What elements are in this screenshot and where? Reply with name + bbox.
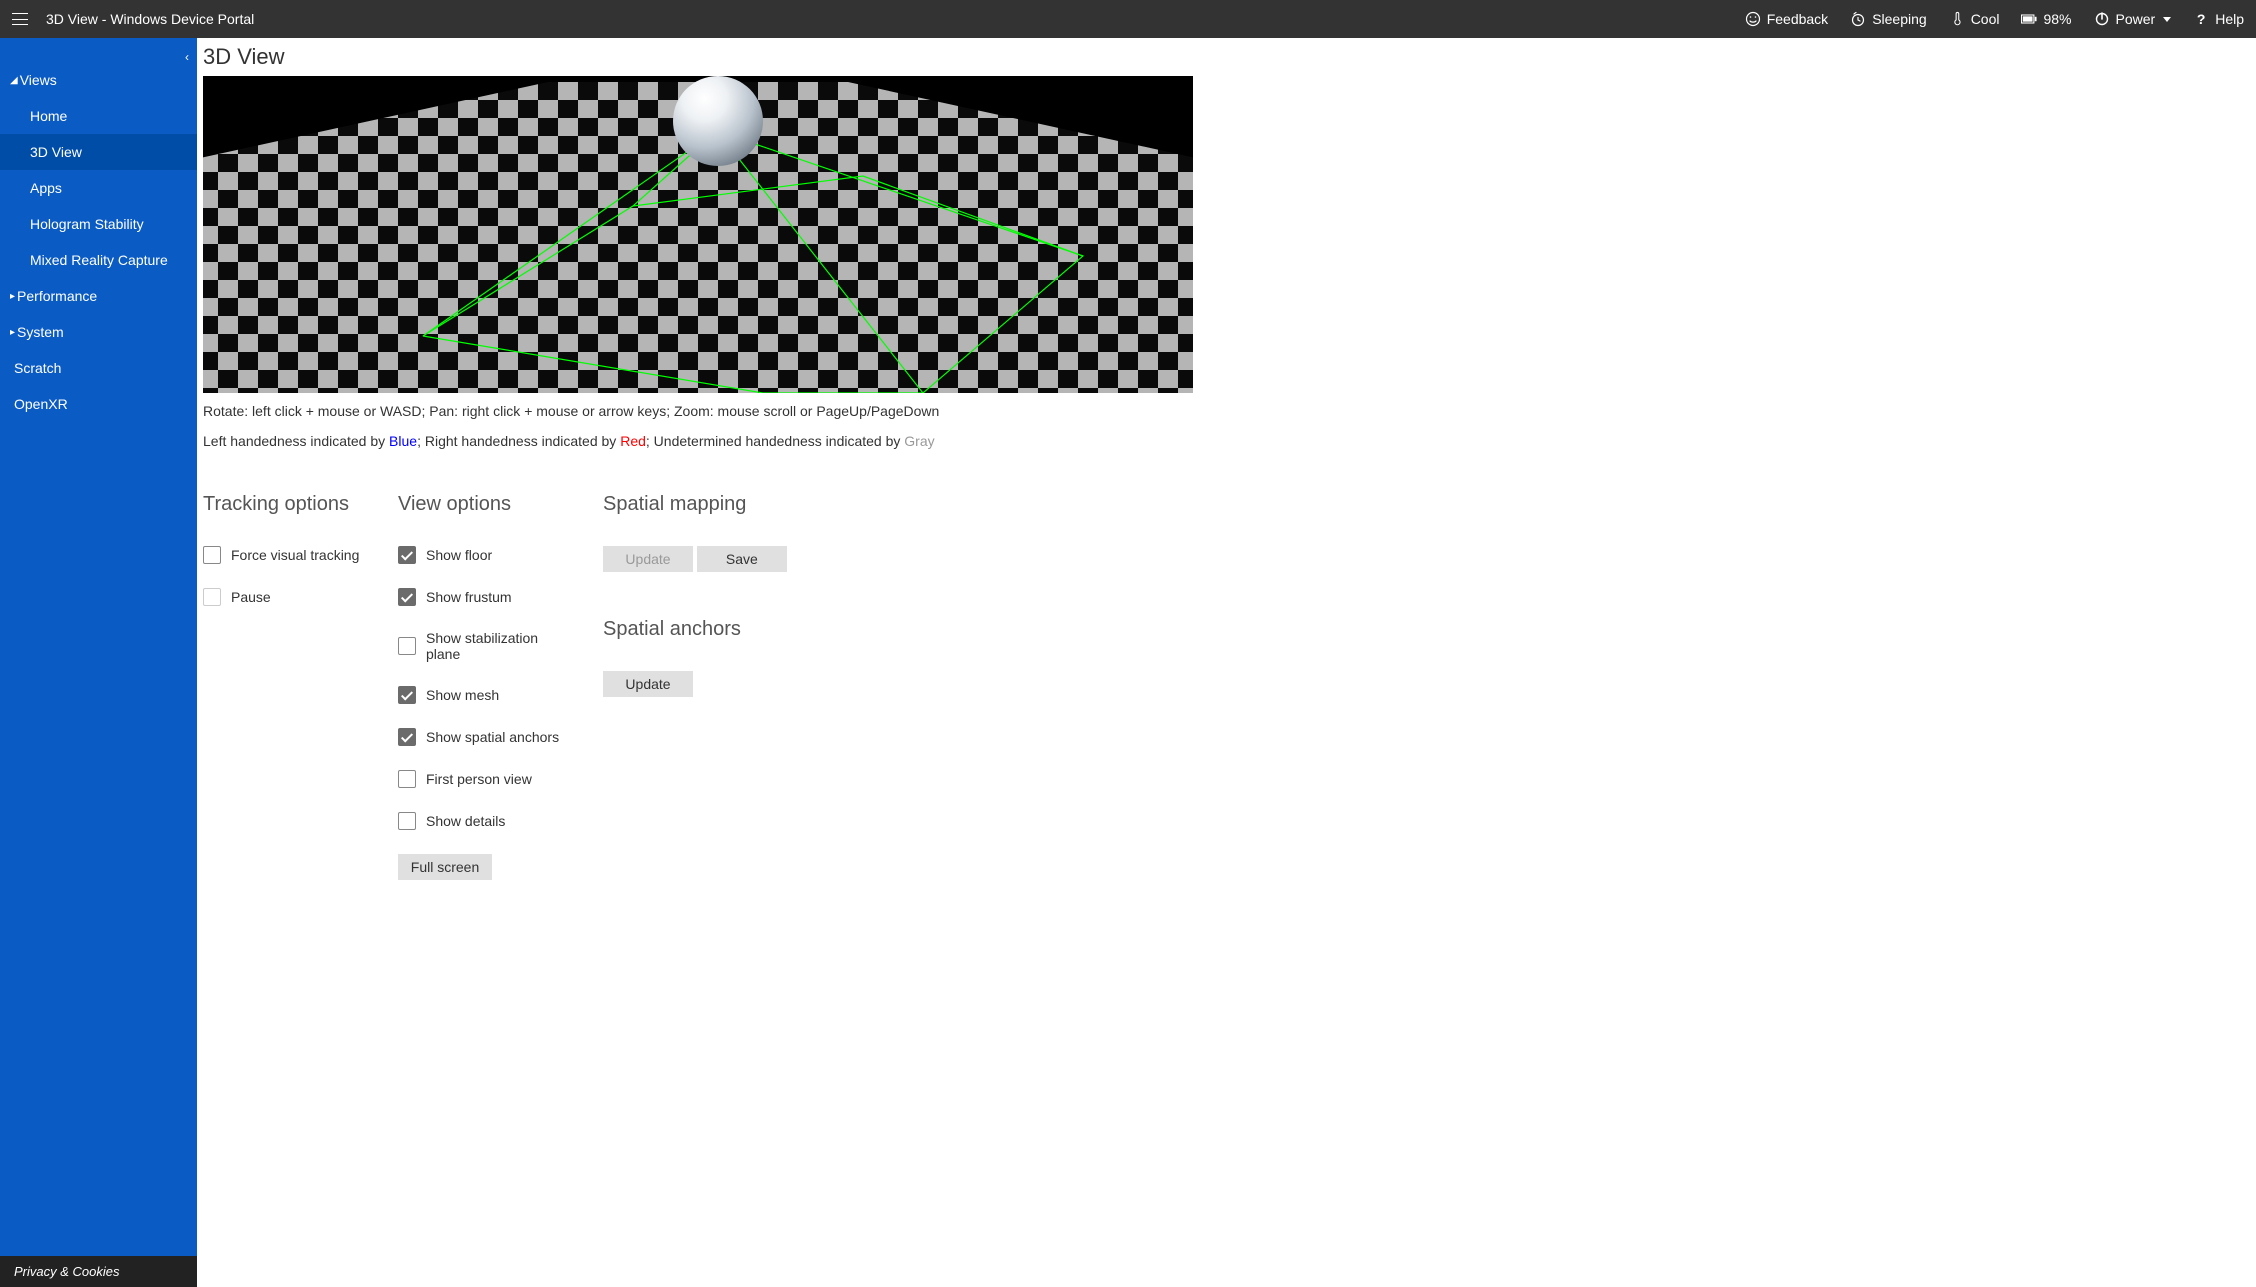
show-floor-checkbox[interactable] <box>398 546 416 564</box>
hamburger-menu-icon[interactable] <box>12 13 28 25</box>
sidebar-item-home[interactable]: Home <box>0 98 197 134</box>
feedback-label: Feedback <box>1767 11 1828 27</box>
show-stabilization-plane-label: Show stabilization plane <box>426 630 573 662</box>
sleep-label: Sleeping <box>1872 11 1927 27</box>
spatial-anchors-heading: Spatial anchors <box>603 618 803 641</box>
show-details-label: Show details <box>426 813 505 829</box>
3d-viewport[interactable] <box>203 76 1193 393</box>
sidebar-section-label: System <box>17 324 64 340</box>
sidebar: ‹ ◢ Views Home 3D View Apps Hologram Sta… <box>0 38 197 1287</box>
window-title: 3D View - Windows Device Portal <box>46 11 254 27</box>
help-label: Help <box>2215 11 2244 27</box>
chevron-down-icon <box>2163 17 2171 22</box>
force-visual-tracking-label: Force visual tracking <box>231 547 359 563</box>
show-floor-label: Show floor <box>426 547 492 563</box>
pause-checkbox[interactable] <box>203 588 221 606</box>
controls-help-text: Rotate: left click + mouse or WASD; Pan:… <box>203 403 2246 419</box>
force-visual-tracking-checkbox[interactable] <box>203 546 221 564</box>
tracking-options-heading: Tracking options <box>203 493 368 516</box>
power-icon <box>2094 11 2110 27</box>
power-label: Power <box>2116 11 2156 27</box>
sphere-marker <box>673 76 763 166</box>
sidebar-section-label: Performance <box>17 288 97 304</box>
caret-down-icon: ◢ <box>10 75 18 86</box>
pause-label: Pause <box>231 589 271 605</box>
sidebar-item-scratch[interactable]: Scratch <box>0 350 197 386</box>
battery-icon <box>2021 11 2037 27</box>
spatial-anchors-update-button[interactable]: Update <box>603 671 693 697</box>
battery-label: 98% <box>2043 11 2071 27</box>
show-mesh-checkbox[interactable] <box>398 686 416 704</box>
show-frustum-checkbox[interactable] <box>398 588 416 606</box>
spatial-mapping-update-button[interactable]: Update <box>603 546 693 572</box>
sidebar-section-performance[interactable]: ▸ Performance <box>0 278 197 314</box>
show-details-checkbox[interactable] <box>398 812 416 830</box>
help-button[interactable]: ? Help <box>2193 11 2244 27</box>
legend-red: Red <box>620 433 646 449</box>
legend-undet-prefix: ; Undetermined handedness indicated by <box>646 433 904 449</box>
sidebar-item-3d-view[interactable]: 3D View <box>0 134 197 170</box>
caret-right-icon: ▸ <box>10 291 15 302</box>
page-title: 3D View <box>203 44 2246 70</box>
sidebar-section-views[interactable]: ◢ Views <box>0 62 197 98</box>
sidebar-section-system[interactable]: ▸ System <box>0 314 197 350</box>
sidebar-collapse-icon[interactable]: ‹ <box>185 50 189 64</box>
sidebar-section-label: Views <box>20 72 57 88</box>
privacy-cookies-link[interactable]: Privacy & Cookies <box>0 1256 197 1287</box>
feedback-button[interactable]: Feedback <box>1745 11 1828 27</box>
spatial-mapping-save-button[interactable]: Save <box>697 546 787 572</box>
legend-left-prefix: Left handedness indicated by <box>203 433 389 449</box>
power-menu[interactable]: Power <box>2094 11 2172 27</box>
show-spatial-anchors-checkbox[interactable] <box>398 728 416 746</box>
show-mesh-label: Show mesh <box>426 687 499 703</box>
thermal-label: Cool <box>1971 11 2000 27</box>
first-person-view-checkbox[interactable] <box>398 770 416 788</box>
battery-status[interactable]: 98% <box>2021 11 2071 27</box>
main-content: 3D View <box>197 38 2256 1287</box>
show-spatial-anchors-label: Show spatial anchors <box>426 729 559 745</box>
feedback-icon <box>1745 11 1761 27</box>
thermometer-icon <box>1949 11 1965 27</box>
sidebar-item-apps[interactable]: Apps <box>0 170 197 206</box>
legend-blue: Blue <box>389 433 417 449</box>
sidebar-item-mixed-reality-capture[interactable]: Mixed Reality Capture <box>0 242 197 278</box>
thermal-status[interactable]: Cool <box>1949 11 2000 27</box>
spatial-mapping-heading: Spatial mapping <box>603 493 803 516</box>
full-screen-button[interactable]: Full screen <box>398 854 492 880</box>
sidebar-item-openxr[interactable]: OpenXR <box>0 386 197 422</box>
legend-right-prefix: ; Right handedness indicated by <box>417 433 620 449</box>
show-frustum-label: Show frustum <box>426 589 512 605</box>
view-options-heading: View options <box>398 493 573 516</box>
first-person-view-label: First person view <box>426 771 532 787</box>
legend-gray: Gray <box>904 433 934 449</box>
header-bar: 3D View - Windows Device Portal Feedback… <box>0 0 2256 38</box>
help-icon: ? <box>2193 11 2209 27</box>
handedness-legend: Left handedness indicated by Blue; Right… <box>203 433 2246 449</box>
sleep-status[interactable]: Sleeping <box>1850 11 1927 27</box>
sidebar-item-hologram-stability[interactable]: Hologram Stability <box>0 206 197 242</box>
caret-right-icon: ▸ <box>10 327 15 338</box>
clock-icon <box>1850 11 1866 27</box>
show-stabilization-plane-checkbox[interactable] <box>398 637 416 655</box>
